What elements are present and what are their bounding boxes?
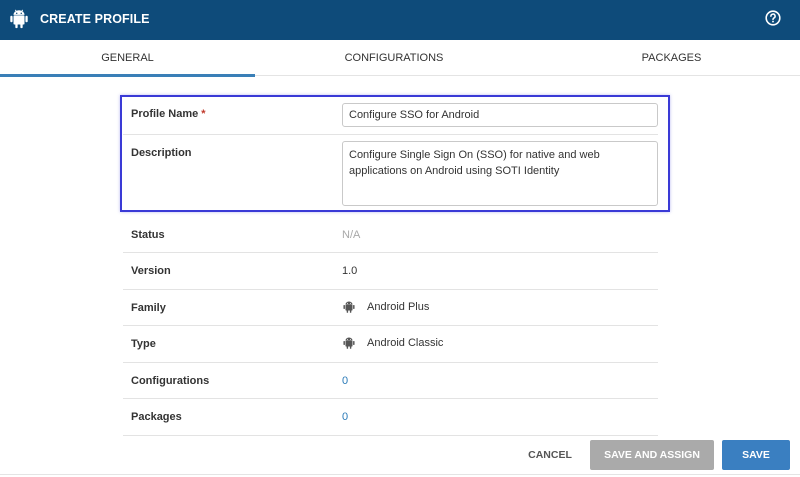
packages-row: Packages 0 xyxy=(123,399,658,436)
footer-divider xyxy=(0,474,800,475)
page-title: CREATE PROFILE xyxy=(40,12,150,26)
required-marker: * xyxy=(201,108,206,120)
tab-packages[interactable]: PACKAGES xyxy=(543,40,800,76)
tab-configurations[interactable]: CONFIGURATIONS xyxy=(266,40,522,76)
type-row: Type Android Classic xyxy=(123,326,658,363)
help-circle-icon[interactable] xyxy=(765,10,781,26)
description-row: Description Configure Single Sign On (SS… xyxy=(123,135,658,211)
profile-name-row: Profile Name * xyxy=(123,97,658,135)
android-icon xyxy=(343,301,355,313)
cancel-button[interactable]: CANCEL xyxy=(520,440,580,470)
tab-configurations-label: CONFIGURATIONS xyxy=(344,52,444,64)
configurations-count-link[interactable]: 0 xyxy=(342,375,348,387)
status-label: Status xyxy=(131,229,165,241)
type-text: Android Classic xyxy=(367,337,444,349)
profile-name-label: Profile Name * xyxy=(131,108,206,120)
configurations-row: Configurations 0 xyxy=(123,363,658,399)
tab-general-label: GENERAL xyxy=(101,52,154,64)
save-button[interactable]: SAVE xyxy=(722,440,790,470)
status-value: N/A xyxy=(342,229,361,241)
type-value: Android Classic xyxy=(342,336,443,350)
description-label: Description xyxy=(131,147,192,159)
configurations-label: Configurations xyxy=(131,375,210,387)
android-icon xyxy=(343,337,355,349)
family-value: Android Plus xyxy=(342,300,429,314)
family-label: Family xyxy=(131,302,166,314)
android-icon xyxy=(10,9,28,29)
description-textarea[interactable]: Configure Single Sign On (SSO) for nativ… xyxy=(342,141,658,206)
family-text: Android Plus xyxy=(367,301,430,313)
version-label: Version xyxy=(131,265,171,277)
app-header: CREATE PROFILE xyxy=(0,0,800,40)
packages-label: Packages xyxy=(131,411,182,423)
family-row: Family Android Plus xyxy=(123,290,658,326)
type-label: Type xyxy=(131,338,156,350)
tab-packages-label: PACKAGES xyxy=(641,52,702,64)
tab-general[interactable]: GENERAL xyxy=(0,40,255,77)
status-row: Status N/A xyxy=(123,217,658,253)
profile-name-input[interactable] xyxy=(342,103,658,127)
tab-bar: GENERAL CONFIGURATIONS PACKAGES xyxy=(0,40,800,77)
save-and-assign-button[interactable]: SAVE AND ASSIGN xyxy=(590,440,714,470)
version-row: Version 1.0 xyxy=(123,253,658,290)
packages-count-link[interactable]: 0 xyxy=(342,411,348,423)
version-value: 1.0 xyxy=(342,265,358,277)
